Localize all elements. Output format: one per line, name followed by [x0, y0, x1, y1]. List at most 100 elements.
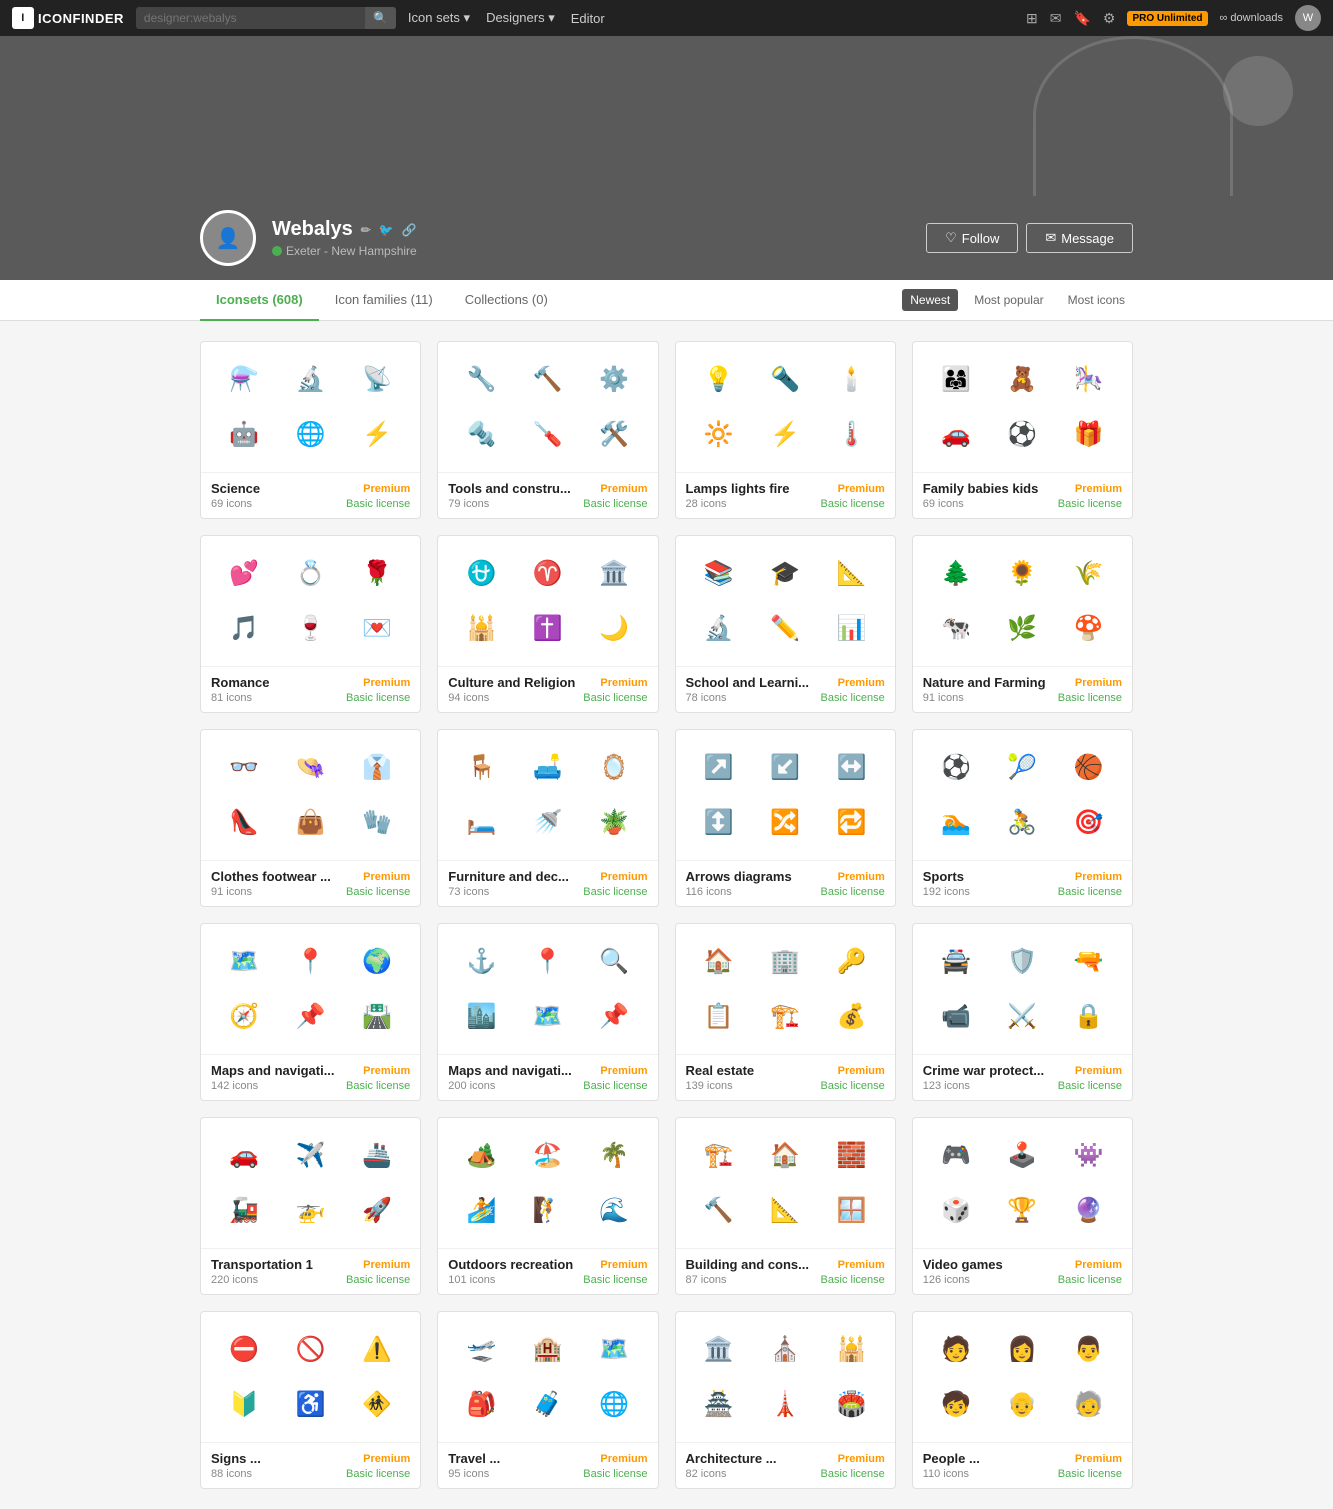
nav-editor[interactable]: Editor [571, 10, 605, 26]
card-license[interactable]: Basic license [821, 1080, 885, 1092]
card-license[interactable]: Basic license [821, 692, 885, 704]
icon-cell: 🧗 [517, 1185, 579, 1236]
icon-cell: 👜 [279, 797, 341, 848]
card-count: 69 icons [211, 498, 252, 510]
card-preview: 👓👒👔👠👜🧤 [201, 730, 420, 860]
card-meta: 94 iconsBasic license [448, 692, 647, 704]
search-bar[interactable]: 🔍 [136, 7, 396, 29]
icon-card[interactable]: 🌲🌻🌾🐄🌿🍄Nature and FarmingPremium91 iconsB… [912, 535, 1133, 713]
icon-card[interactable]: ⚓📍🔍🏙️🗺️📌Maps and navigati...Premium200 i… [437, 923, 658, 1101]
card-license[interactable]: Basic license [346, 498, 410, 510]
icon-card[interactable]: 🗺️📍🌍🧭📌🛣️Maps and navigati...Premium142 i… [200, 923, 421, 1101]
icon-cell: 👾 [1058, 1130, 1120, 1181]
card-license[interactable]: Basic license [346, 1080, 410, 1092]
tab-icon-families[interactable]: Icon families (11) [319, 280, 449, 321]
icon-cell: 🔬 [279, 354, 341, 405]
icon-cell: 🎮 [925, 1130, 987, 1181]
icon-cell: 👴 [991, 1379, 1053, 1430]
message-button[interactable]: ✉ Message [1026, 223, 1133, 253]
icon-card[interactable]: 🔧🔨⚙️🔩🪛🛠️Tools and constru...Premium79 ic… [437, 341, 658, 519]
card-license[interactable]: Basic license [1058, 886, 1122, 898]
icon-card[interactable]: 🏗️🏠🧱🔨📐🪟Building and cons...Premium87 ico… [675, 1117, 896, 1295]
icon-card[interactable]: 💕💍🌹🎵🍷💌RomancePremium81 iconsBasic licens… [200, 535, 421, 713]
card-license[interactable]: Basic license [1058, 1080, 1122, 1092]
nav-icon-sets[interactable]: Icon sets ▾ [408, 10, 470, 26]
card-license[interactable]: Basic license [583, 1468, 647, 1480]
sort-newest[interactable]: Newest [902, 289, 958, 311]
card-title-row: Lamps lights firePremium [686, 481, 885, 496]
card-license[interactable]: Basic license [821, 1468, 885, 1480]
icon-cell: 🏛️ [688, 1324, 750, 1375]
site-logo[interactable]: i ICONFINDER [12, 7, 124, 29]
link-icon[interactable]: 🔗 [402, 223, 417, 237]
sort-popular[interactable]: Most popular [966, 289, 1051, 311]
card-preview: 🏛️⛪🕌🏯🗼🏟️ [676, 1312, 895, 1442]
icon-card[interactable]: ⚗️🔬📡🤖🌐⚡SciencePremium69 iconsBasic licen… [200, 341, 421, 519]
icon-card[interactable]: 👓👒👔👠👜🧤Clothes footwear ...Premium91 icon… [200, 729, 421, 907]
card-license[interactable]: Basic license [346, 1468, 410, 1480]
follow-button[interactable]: ♡ Follow [926, 223, 1018, 253]
icon-card[interactable]: 🚔🛡️🔫📹⚔️🔒Crime war protect...Premium123 i… [912, 923, 1133, 1101]
sort-bar: Newest Most popular Most icons [902, 289, 1133, 311]
card-license[interactable]: Basic license [346, 692, 410, 704]
card-license[interactable]: Basic license [1058, 498, 1122, 510]
icon-card[interactable]: 📚🎓📐🔬✏️📊School and Learni...Premium78 ico… [675, 535, 896, 713]
hero-shape [1033, 36, 1233, 196]
icon-cell: 🔨 [517, 354, 579, 405]
card-preview: 🚗✈️🚢🚂🚁🚀 [201, 1118, 420, 1248]
icon-card[interactable]: 🚗✈️🚢🚂🚁🚀Transportation 1Premium220 iconsB… [200, 1117, 421, 1295]
search-button[interactable]: 🔍 [365, 7, 396, 29]
card-license[interactable]: Basic license [583, 692, 647, 704]
tab-collections[interactable]: Collections (0) [449, 280, 564, 321]
edit-icon[interactable]: ✏ [361, 223, 371, 237]
icon-card[interactable]: 🏛️⛪🕌🏯🗼🏟️Architecture ...Premium82 iconsB… [675, 1311, 896, 1489]
card-count: 126 icons [923, 1274, 970, 1286]
icon-card[interactable]: ⛔🚫⚠️🔰♿🚸Signs ...Premium88 iconsBasic lic… [200, 1311, 421, 1489]
mail-icon[interactable]: ✉ [1050, 10, 1062, 27]
profile-section: 👤 Webalys ✏ 🐦 🔗 Exeter - New Hampshire ♡… [0, 196, 1333, 280]
icon-cell: ⛔ [213, 1324, 275, 1375]
card-license[interactable]: Basic license [583, 1274, 647, 1286]
card-license[interactable]: Basic license [1058, 1468, 1122, 1480]
grid-icon[interactable]: ⊞ [1026, 10, 1038, 27]
icon-cell: 💰 [820, 991, 882, 1042]
card-license[interactable]: Basic license [1058, 692, 1122, 704]
icon-cell: 🕌 [820, 1324, 882, 1375]
premium-badge: Premium [1075, 871, 1122, 883]
card-license[interactable]: Basic license [583, 498, 647, 510]
icon-card[interactable]: 🧑👩👨🧒👴🧓People ...Premium110 iconsBasic li… [912, 1311, 1133, 1489]
icon-cell: ⚽ [991, 409, 1053, 460]
user-avatar[interactable]: W [1295, 5, 1321, 31]
nav-designers[interactable]: Designers ▾ [486, 10, 555, 26]
sort-most-icons[interactable]: Most icons [1060, 289, 1133, 311]
icon-card[interactable]: 🎮🕹️👾🎲🏆🔮Video gamesPremium126 iconsBasic … [912, 1117, 1133, 1295]
card-license[interactable]: Basic license [583, 1080, 647, 1092]
tab-iconsets[interactable]: Iconsets (608) [200, 280, 319, 321]
icon-card[interactable]: ⛎♈🏛️🕌✝️🌙Culture and ReligionPremium94 ic… [437, 535, 658, 713]
card-license[interactable]: Basic license [821, 1274, 885, 1286]
card-license[interactable]: Basic license [821, 886, 885, 898]
icon-card[interactable]: 👨‍👩‍👧🧸🎠🚗⚽🎁Family babies kidsPremium69 ic… [912, 341, 1133, 519]
card-footer: Transportation 1Premium220 iconsBasic li… [201, 1248, 420, 1294]
icon-card[interactable]: 💡🔦🕯️🔆⚡🌡️Lamps lights firePremium28 icons… [675, 341, 896, 519]
search-input[interactable] [136, 7, 365, 29]
card-license[interactable]: Basic license [1058, 1274, 1122, 1286]
bookmark-icon[interactable]: 🔖 [1073, 10, 1090, 27]
icon-card[interactable]: 🏕️🏖️🌴🏄🧗🌊Outdoors recreationPremium101 ic… [437, 1117, 658, 1295]
card-license[interactable]: Basic license [821, 498, 885, 510]
card-license[interactable]: Basic license [346, 1274, 410, 1286]
card-preview: 🔧🔨⚙️🔩🪛🛠️ [438, 342, 657, 472]
icon-card[interactable]: 🛫🏨🗺️🎒🧳🌐Travel ...Premium95 iconsBasic li… [437, 1311, 658, 1489]
icon-cell: 🏯 [688, 1379, 750, 1430]
settings-icon[interactable]: ⚙ [1103, 10, 1116, 27]
card-license[interactable]: Basic license [346, 886, 410, 898]
icon-card[interactable]: 🏠🏢🔑📋🏗️💰Real estatePremium139 iconsBasic … [675, 923, 896, 1101]
twitter-icon[interactable]: 🐦 [379, 223, 394, 237]
card-license[interactable]: Basic license [583, 886, 647, 898]
icon-card[interactable]: ↗️↙️↔️↕️🔀🔁Arrows diagramsPremium116 icon… [675, 729, 896, 907]
icon-card[interactable]: ⚽🎾🏀🏊🚴🎯SportsPremium192 iconsBasic licens… [912, 729, 1133, 907]
icon-card[interactable]: 🪑🛋️🪞🛏️🚿🪴Furniture and dec...Premium73 ic… [437, 729, 658, 907]
icon-cell: 🔩 [450, 409, 512, 460]
card-footer: Real estatePremium139 iconsBasic license [676, 1054, 895, 1100]
card-title-row: Travel ...Premium [448, 1451, 647, 1466]
